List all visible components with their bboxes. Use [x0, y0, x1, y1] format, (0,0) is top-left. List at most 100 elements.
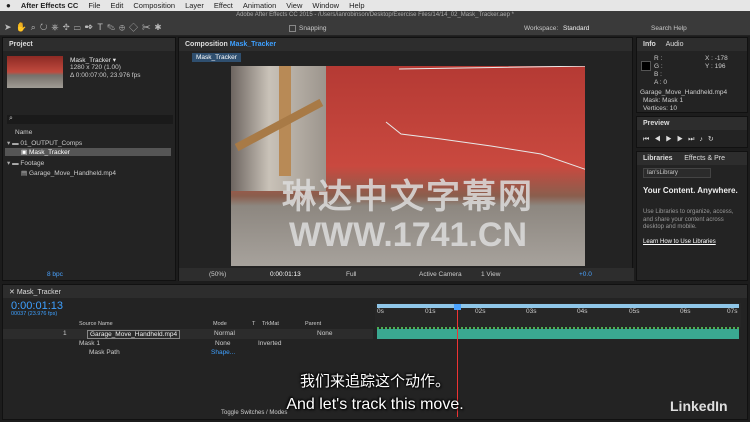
- shape-link[interactable]: Shape...: [211, 349, 235, 356]
- rotate-tool-icon[interactable]: ↻: [40, 22, 52, 32]
- subtitle-zh: 我们来追踪这个动作。: [299, 373, 450, 390]
- puppet-tool-icon[interactable]: ✱: [155, 22, 166, 32]
- project-item-res: 1280 x 720 (1.00): [70, 64, 121, 71]
- pan-behind-icon[interactable]: ✥: [63, 22, 74, 32]
- timeline-tab[interactable]: ✕ Mask_Tracker: [3, 285, 747, 298]
- menu-window[interactable]: Window: [312, 1, 339, 10]
- ruler-02s: 02s: [475, 308, 486, 315]
- menu-edit[interactable]: Edit: [110, 1, 123, 10]
- project-item-time: Δ 0:00:07:00, 23.976 fps: [70, 72, 141, 79]
- roto-tool-icon[interactable]: ✂: [142, 22, 155, 32]
- project-search-input[interactable]: ⌕: [7, 115, 173, 124]
- views-select[interactable]: 1 View: [481, 271, 500, 278]
- column-name[interactable]: Name: [15, 129, 32, 136]
- audio-icon[interactable]: ♪: [699, 136, 708, 143]
- menu-layer[interactable]: Layer: [185, 1, 204, 10]
- layer-mode-select[interactable]: Normal: [214, 330, 235, 337]
- comp-breadcrumb[interactable]: Mask_Tracker: [192, 53, 241, 62]
- tab-info[interactable]: Info: [643, 41, 656, 48]
- mask-path-label[interactable]: Mask Path: [89, 349, 120, 356]
- menu-file[interactable]: File: [88, 1, 100, 10]
- preview-panel: Preview ⏮◀▶▶⏭♪↻: [636, 116, 748, 148]
- pen-tool-icon[interactable]: ✒: [85, 22, 98, 32]
- tree-item-footage[interactable]: ▤ Garage_Move_Handheld.mp4: [21, 169, 116, 177]
- tab-name: Mask_Tracker: [229, 41, 277, 48]
- preview-controls: ⏮◀▶▶⏭♪↻: [643, 135, 719, 144]
- timeline-frames: 00037 (23.976 fps): [11, 311, 58, 317]
- tree-folder-output[interactable]: ▾ ▬ 01_OUTPUT_Comps: [7, 139, 82, 147]
- quality-select[interactable]: Full: [346, 271, 356, 278]
- ruler-07s: 07s: [727, 308, 738, 315]
- first-frame-icon[interactable]: ⏮: [643, 136, 654, 143]
- menu-effect[interactable]: Effect: [214, 1, 233, 10]
- layer-number: 1: [63, 330, 67, 337]
- project-title[interactable]: Project: [3, 38, 175, 51]
- tree-label: Mask_Tracker: [28, 149, 70, 156]
- camera-tool-icon[interactable]: ⎈: [51, 22, 62, 32]
- info-vertices: Vertices: 10: [643, 105, 677, 112]
- layer-name[interactable]: Garage_Move_Handheld.mp4: [87, 330, 181, 339]
- libraries-body: Use Libraries to organize, access, and s…: [643, 209, 734, 230]
- window-title: Adobe After Effects CC 2015 - /Users/ian…: [236, 12, 514, 18]
- layer-duration-bar[interactable]: [377, 329, 739, 339]
- tab-effects[interactable]: Effects & Pre: [684, 155, 725, 162]
- tab-label: Composition: [185, 41, 228, 48]
- camera-select[interactable]: Active Camera: [419, 271, 462, 278]
- library-select[interactable]: Ian'sLibrary: [643, 168, 711, 178]
- zoom-tool-icon[interactable]: ⌕: [31, 22, 40, 32]
- ruler-06s: 06s: [680, 308, 691, 315]
- eraser-tool-icon[interactable]: ◇: [129, 22, 142, 32]
- prev-frame-icon[interactable]: ◀: [654, 136, 665, 143]
- mask-path-line: [385, 66, 585, 170]
- type-tool-icon[interactable]: T: [97, 22, 107, 32]
- menu-view[interactable]: View: [286, 1, 302, 10]
- selection-tool-icon[interactable]: ➤: [4, 22, 16, 32]
- info-a: A : 0: [654, 79, 668, 86]
- footage-icon: ▤: [21, 170, 29, 177]
- composition-tab[interactable]: Composition Mask_Tracker: [179, 38, 632, 51]
- tab-audio[interactable]: Audio: [666, 41, 684, 48]
- ruler-04s: 04s: [577, 308, 588, 315]
- clone-tool-icon[interactable]: ⊕: [119, 22, 129, 32]
- snapping-checkbox[interactable]: [289, 25, 296, 32]
- search-help-input[interactable]: Search Help: [651, 25, 687, 32]
- comp-footer: [179, 268, 634, 281]
- menu-animation[interactable]: Animation: [243, 1, 276, 10]
- apple-icon[interactable]: ●: [6, 1, 11, 10]
- snapping-label: Snapping: [299, 25, 327, 32]
- loop-icon[interactable]: ↻: [708, 136, 719, 143]
- tool-icons: ➤✋⌕↻⎈✥▭✒T✎⊕◇✂✱: [4, 22, 165, 33]
- preview-title[interactable]: Preview: [637, 117, 747, 130]
- next-frame-icon[interactable]: ▶: [677, 136, 688, 143]
- menu-help[interactable]: Help: [349, 1, 364, 10]
- tab-libraries[interactable]: Libraries: [643, 155, 673, 162]
- project-item-name: Mask_Tracker ▾: [70, 57, 117, 64]
- tree-folder-footage[interactable]: ▾ ▬ Footage: [7, 159, 44, 167]
- zoom-select[interactable]: (50%): [209, 271, 226, 278]
- play-icon[interactable]: ▶: [666, 136, 677, 143]
- hand-tool-icon[interactable]: ✋: [16, 22, 31, 32]
- comp-timecode[interactable]: 0:00:01:13: [270, 271, 301, 278]
- tab-close-icon[interactable]: ✕: [9, 289, 17, 296]
- menu-composition[interactable]: Composition: [133, 1, 175, 10]
- playhead-handle[interactable]: [454, 304, 461, 310]
- ruler-0s: 0s: [377, 308, 384, 315]
- workspace-select[interactable]: Standard: [563, 25, 589, 32]
- mask-tool-icon[interactable]: ▭: [74, 22, 85, 32]
- tree-label: Footage: [20, 160, 45, 167]
- app-menu[interactable]: After Effects CC: [21, 1, 79, 10]
- last-frame-icon[interactable]: ⏭: [688, 136, 699, 143]
- bpc-label[interactable]: 8 bpc: [47, 271, 63, 278]
- subtitle-en: And let's track this move.: [286, 396, 464, 413]
- info-y: Y : 196: [705, 63, 726, 70]
- exposure-value[interactable]: +0.0: [579, 271, 592, 278]
- tree-item-mask-tracker[interactable]: ▣ Mask_Tracker: [5, 148, 171, 156]
- info-tabs: Info Audio: [637, 38, 747, 51]
- mask-name[interactable]: Mask 1: [79, 340, 100, 347]
- composition-panel: Composition Mask_Tracker Mask_Tracker 琳达…: [178, 37, 634, 281]
- info-r: R :: [654, 55, 663, 62]
- parent-select[interactable]: None: [317, 330, 333, 337]
- libraries-link[interactable]: Learn How to Use Libraries: [643, 239, 716, 245]
- brush-tool-icon[interactable]: ✎: [107, 22, 119, 32]
- mask-mode-select[interactable]: None: [215, 340, 231, 347]
